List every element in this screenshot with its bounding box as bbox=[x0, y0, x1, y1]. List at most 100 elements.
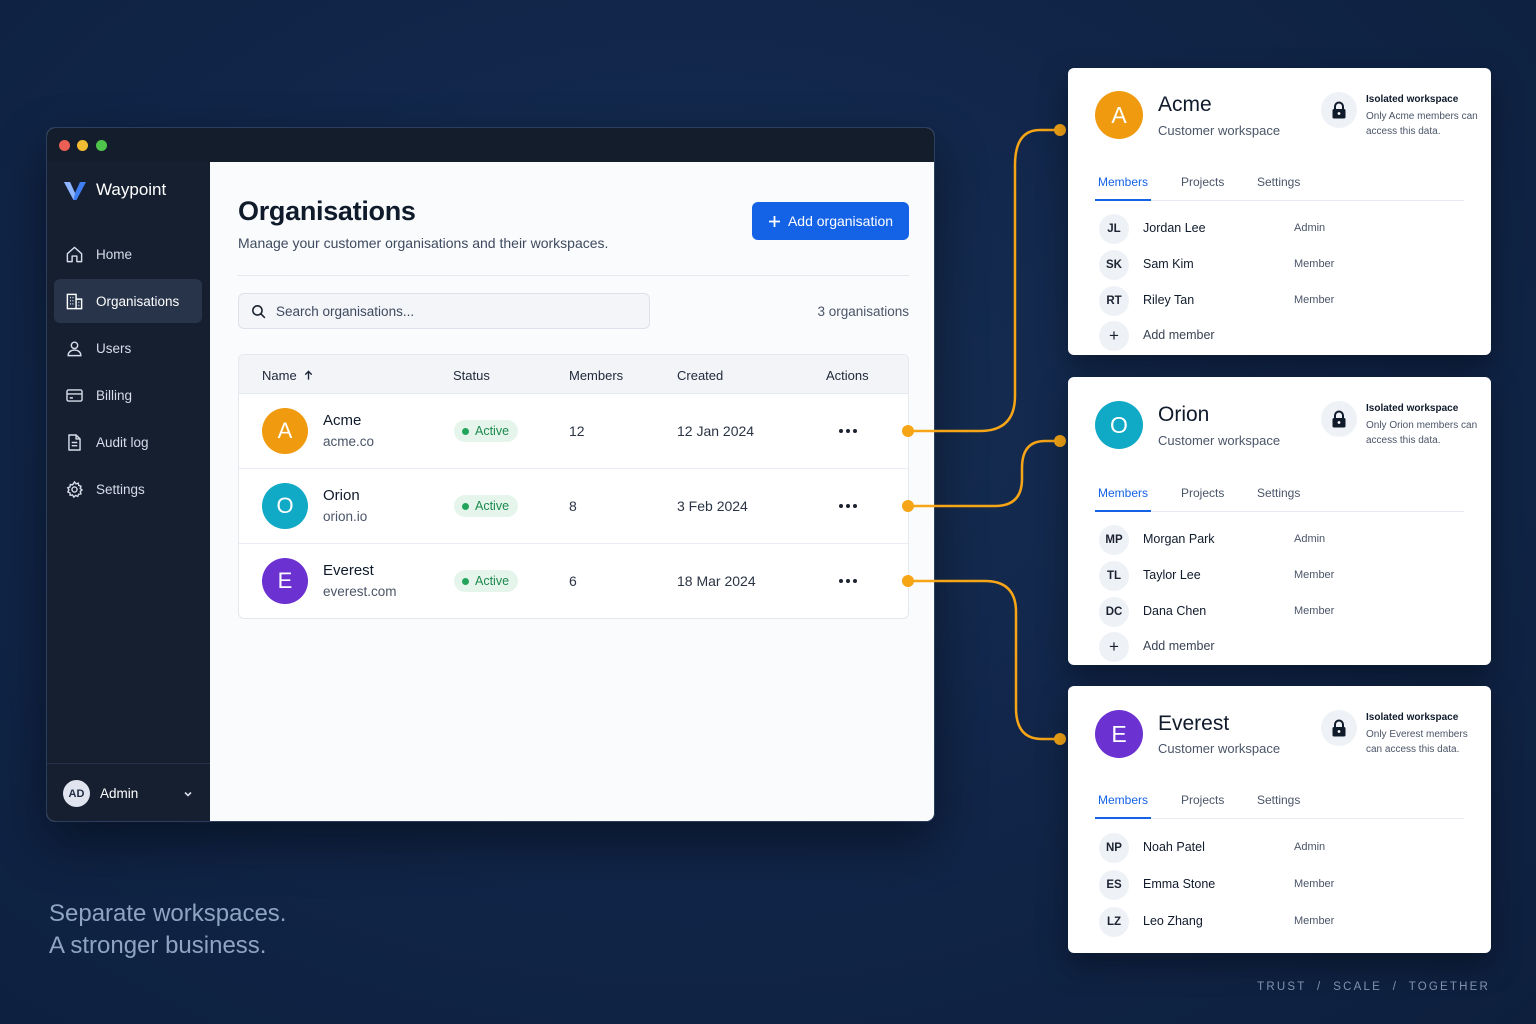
column-header-status[interactable]: Status bbox=[453, 368, 490, 383]
brand[interactable]: Waypoint bbox=[63, 178, 166, 202]
member-row[interactable]: LZ Leo Zhang Member bbox=[1099, 907, 1459, 937]
member-avatar: LZ bbox=[1099, 907, 1129, 937]
sidebar-item-label: Organisations bbox=[96, 293, 180, 309]
add-organisation-button[interactable]: Add organisation bbox=[752, 202, 909, 240]
account-switcher[interactable]: AD Admin bbox=[47, 763, 210, 821]
member-name: Sam Kim bbox=[1143, 257, 1194, 271]
tab-settings[interactable]: Settings bbox=[1257, 793, 1300, 807]
status-badge: Active bbox=[454, 495, 519, 517]
member-count: 8 bbox=[569, 498, 577, 514]
sidebar-item-settings[interactable]: Settings bbox=[54, 467, 202, 511]
table-row[interactable]: A Acme acme.co Active 12 12 Jan 2024 bbox=[239, 394, 908, 469]
member-row[interactable]: TL Taylor Lee Member bbox=[1099, 561, 1459, 591]
workspace-tabs: Members Projects Settings bbox=[1095, 169, 1464, 201]
waypoint-logo-icon bbox=[64, 182, 86, 200]
member-count: 6 bbox=[569, 573, 577, 589]
row-actions-more-icon[interactable] bbox=[839, 574, 859, 588]
tagline-line-1: Separate workspaces. bbox=[49, 900, 287, 927]
member-row[interactable]: DC Dana Chen Member bbox=[1099, 597, 1459, 627]
connector-dot bbox=[1054, 435, 1066, 447]
tab-members[interactable]: Members bbox=[1098, 486, 1148, 500]
sidebar-item-label: Home bbox=[96, 246, 133, 262]
status-label: Active bbox=[475, 424, 510, 438]
created-date: 18 Mar 2024 bbox=[677, 573, 756, 589]
footer-motto: TRUST / SCALE / TOGETHER bbox=[1257, 981, 1490, 993]
org-name[interactable]: Orion bbox=[323, 487, 360, 504]
member-row[interactable]: RT Riley Tan Member bbox=[1099, 286, 1459, 316]
status-label: Active bbox=[475, 574, 510, 588]
member-avatar: DC bbox=[1099, 597, 1129, 627]
plus-icon bbox=[768, 215, 780, 227]
tab-members[interactable]: Members bbox=[1098, 175, 1148, 189]
sidebar-item-billing[interactable]: Billing bbox=[54, 373, 202, 417]
member-avatar: JL bbox=[1099, 214, 1129, 244]
org-avatar: O bbox=[262, 483, 308, 529]
lock-icon bbox=[1321, 710, 1357, 746]
member-avatar: ES bbox=[1099, 870, 1129, 900]
row-actions-more-icon[interactable] bbox=[839, 424, 859, 438]
org-avatar: A bbox=[262, 408, 308, 454]
column-header-name[interactable]: Name bbox=[262, 368, 314, 383]
member-avatar: RT bbox=[1099, 286, 1129, 316]
workspace-card-orion: O Orion Customer workspace Isolated work… bbox=[1068, 377, 1491, 665]
workspace-name: Orion bbox=[1158, 403, 1210, 426]
org-avatar: E bbox=[262, 558, 308, 604]
minimize-window-button[interactable] bbox=[77, 140, 88, 151]
status-dot bbox=[462, 427, 469, 435]
workspace-tabs: Members Projects Settings bbox=[1095, 480, 1464, 512]
workspace-tabs: Members Projects Settings bbox=[1095, 787, 1464, 819]
sidebar: Waypoint Home Organisations Users Billin… bbox=[47, 162, 210, 821]
tab-projects[interactable]: Projects bbox=[1181, 793, 1224, 807]
member-avatar: TL bbox=[1099, 561, 1129, 591]
tab-members[interactable]: Members bbox=[1098, 793, 1148, 807]
tab-settings[interactable]: Settings bbox=[1257, 486, 1300, 500]
add-member-button[interactable]: + Add member bbox=[1099, 321, 1459, 351]
isolation-title: Isolated workspace bbox=[1366, 94, 1459, 105]
member-name: Emma Stone bbox=[1143, 877, 1216, 891]
row-actions-more-icon[interactable] bbox=[839, 499, 859, 513]
member-row[interactable]: JL Jordan Lee Admin bbox=[1099, 214, 1459, 244]
maximize-window-button[interactable] bbox=[96, 140, 107, 151]
workspace-subtitle: Customer workspace bbox=[1158, 433, 1281, 448]
member-row[interactable]: SK Sam Kim Member bbox=[1099, 250, 1459, 280]
isolation-title: Isolated workspace bbox=[1366, 712, 1459, 723]
org-name[interactable]: Acme bbox=[323, 412, 361, 429]
tab-projects[interactable]: Projects bbox=[1181, 175, 1224, 189]
member-row[interactable]: MP Morgan Park Admin bbox=[1099, 525, 1459, 555]
sidebar-item-users[interactable]: Users bbox=[54, 326, 202, 370]
workspace-subtitle: Customer workspace bbox=[1158, 123, 1281, 138]
member-count: 12 bbox=[569, 423, 585, 439]
search-input[interactable] bbox=[276, 303, 636, 319]
workspace-subtitle: Customer workspace bbox=[1158, 741, 1281, 756]
add-organisation-label: Add organisation bbox=[787, 213, 894, 229]
active-tab-indicator bbox=[1095, 199, 1151, 201]
tagline: Separate workspaces. A stronger business… bbox=[49, 898, 286, 962]
close-window-button[interactable] bbox=[59, 140, 70, 151]
search-icon bbox=[252, 304, 266, 318]
tab-settings[interactable]: Settings bbox=[1257, 175, 1300, 189]
gear-icon bbox=[66, 480, 84, 498]
table-row[interactable]: E Everest everest.com Active 6 18 Mar 20… bbox=[239, 544, 908, 618]
isolation-text: Only Acme members can access this data. bbox=[1366, 111, 1478, 137]
member-row[interactable]: ES Emma Stone Member bbox=[1099, 870, 1459, 900]
sidebar-item-organisations[interactable]: Organisations bbox=[54, 279, 202, 323]
add-member-label: Add member bbox=[1143, 328, 1215, 342]
add-member-button[interactable]: + Add member bbox=[1099, 632, 1459, 662]
workspace-card-acme: A Acme Customer workspace Isolated works… bbox=[1068, 68, 1491, 355]
column-header-created[interactable]: Created bbox=[677, 368, 723, 383]
table-row[interactable]: O Orion orion.io Active 8 3 Feb 2024 bbox=[239, 469, 908, 544]
member-row[interactable]: NP Noah Patel Admin bbox=[1099, 833, 1459, 863]
user-icon bbox=[67, 340, 82, 356]
sort-ascending-icon bbox=[304, 370, 312, 380]
column-header-members[interactable]: Members bbox=[569, 368, 623, 383]
isolation-title: Isolated workspace bbox=[1366, 403, 1459, 414]
sidebar-item-home[interactable]: Home bbox=[54, 232, 202, 276]
member-role: Member bbox=[1294, 605, 1335, 617]
member-role: Member bbox=[1294, 878, 1335, 890]
table-header: Name Status Members Created Actions bbox=[239, 355, 908, 394]
member-name: Noah Patel bbox=[1143, 840, 1205, 854]
org-name[interactable]: Everest bbox=[323, 562, 374, 579]
sidebar-item-audit-log[interactable]: Audit log bbox=[54, 420, 202, 464]
search-box[interactable] bbox=[238, 293, 650, 329]
tab-projects[interactable]: Projects bbox=[1181, 486, 1224, 500]
